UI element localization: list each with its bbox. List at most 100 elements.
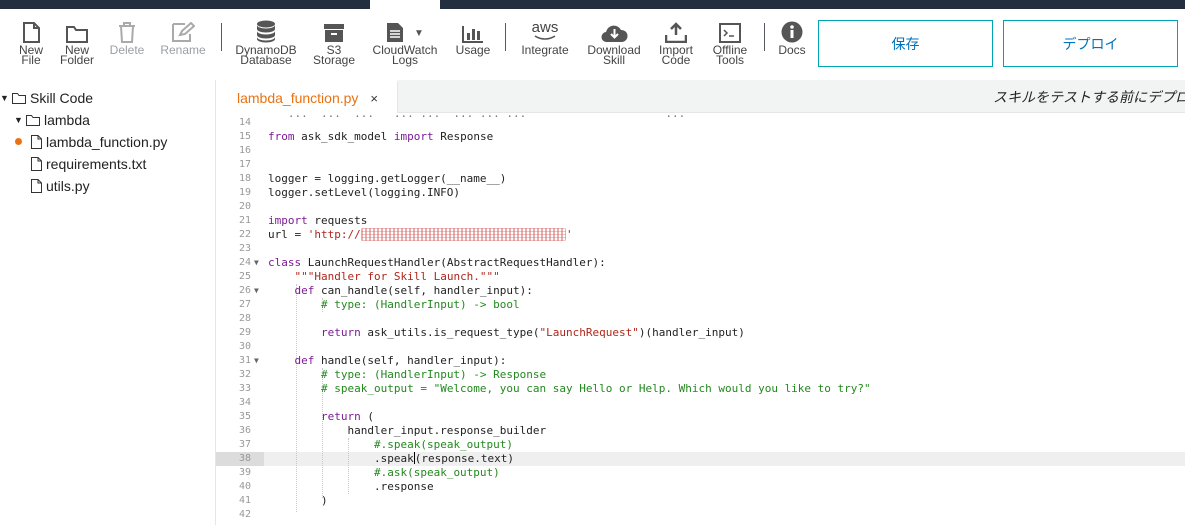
line-number: 25 xyxy=(238,271,251,282)
storage-icon xyxy=(323,19,345,43)
code-line: url = 'http://xxxxxxxxxxxxxxxxxxxxxxxxxx… xyxy=(268,228,573,241)
import-code-button[interactable]: Import Code xyxy=(656,19,696,79)
pencil-icon xyxy=(171,19,195,43)
line-number: 33 xyxy=(238,383,251,394)
docs-button[interactable]: Docs xyxy=(778,19,806,79)
download-skill-label: Download Skill xyxy=(587,43,641,67)
folder-icon xyxy=(12,92,26,104)
expand-arrow-icon[interactable]: ▼ xyxy=(0,93,10,103)
integrate-button[interactable]: aws Integrate xyxy=(518,19,572,79)
line-number: 28 xyxy=(238,313,251,324)
toolbar-divider xyxy=(505,23,506,51)
dynamodb-label: DynamoDB Database xyxy=(235,43,297,67)
upload-icon xyxy=(665,19,687,43)
aws-logo-icon: aws xyxy=(532,19,558,43)
save-button[interactable]: 保存 xyxy=(818,20,993,67)
code-line: .response xyxy=(268,480,434,493)
tree-item-label: requirements.txt xyxy=(46,156,147,172)
tree-item-label: utils.py xyxy=(46,178,90,194)
fold-arrow-icon[interactable]: ▼ xyxy=(254,256,259,270)
import-code-label: Import Code xyxy=(658,43,693,67)
cloudwatch-logs-label: CloudWatch Logs xyxy=(372,43,438,67)
line-number: 42 xyxy=(238,509,251,520)
line-number: 19 xyxy=(238,187,251,198)
code-line: def handle(self, handler_input): xyxy=(294,354,507,367)
line-number: 29 xyxy=(238,327,251,338)
bar-chart-icon xyxy=(462,19,484,43)
code-line: class LaunchRequestHandler(AbstractReque… xyxy=(268,256,606,269)
s3-storage-button[interactable]: S3 Storage xyxy=(312,19,356,79)
new-file-button[interactable]: New File xyxy=(18,19,44,79)
tree-file-requirements[interactable]: requirements.txt xyxy=(31,153,146,175)
cloudwatch-logs-button[interactable]: ▼ CloudWatch Logs xyxy=(370,19,440,79)
line-number: 23 xyxy=(238,243,251,254)
line-number: 40 xyxy=(238,481,251,492)
code-line: return ( xyxy=(320,410,374,423)
line-number: 34 xyxy=(238,397,251,408)
text-cursor xyxy=(413,452,415,464)
code-line: def can_handle(self, handler_input): xyxy=(294,284,533,297)
close-icon[interactable]: × xyxy=(370,91,378,106)
dynamodb-button[interactable]: DynamoDB Database xyxy=(234,19,298,79)
code-line: #.ask(speak_output) xyxy=(373,466,500,479)
tab-lambda-function[interactable]: lambda_function.py × xyxy=(216,80,398,114)
tree-folder-skill-code[interactable]: ▼ Skill Code xyxy=(0,87,93,109)
new-folder-button[interactable]: New Folder xyxy=(59,19,95,79)
line-number: 35 xyxy=(238,411,251,422)
new-folder-label: New Folder xyxy=(59,43,94,67)
rename-button[interactable]: Rename xyxy=(160,19,206,79)
expand-arrow-icon[interactable]: ▼ xyxy=(14,115,24,125)
file-tree: ▼ Skill Code ▼ lambda lambda_function.py… xyxy=(0,80,216,525)
code-line: import requests xyxy=(268,214,368,227)
s3-storage-label: S3 Storage xyxy=(312,43,356,67)
download-skill-button[interactable]: Download Skill xyxy=(585,19,643,79)
chevron-down-icon[interactable]: ▼ xyxy=(414,28,424,39)
unsaved-dot-icon xyxy=(15,138,22,145)
code-line: """Handler for Skill Launch.""" xyxy=(294,270,500,283)
tree-folder-lambda[interactable]: ▼ lambda xyxy=(14,109,90,131)
tree-item-label: lambda xyxy=(44,112,90,128)
code-line: #.speak(speak_output) xyxy=(373,438,514,451)
line-number: 14 xyxy=(238,117,251,128)
tree-item-label: Skill Code xyxy=(30,90,94,106)
line-number: 21 xyxy=(238,215,251,226)
line-number: 17 xyxy=(238,159,251,170)
tree-file-lambda-function[interactable]: lambda_function.py xyxy=(31,131,167,153)
top-nav-active-tab[interactable] xyxy=(370,0,440,9)
file-icon xyxy=(31,179,42,193)
top-nav-bar xyxy=(0,0,1185,9)
line-number: 31 xyxy=(238,355,251,366)
delete-button[interactable]: Delete xyxy=(108,19,146,79)
offline-tools-button[interactable]: Offline Tools xyxy=(710,19,750,79)
fold-arrow-icon[interactable]: ▼ xyxy=(254,284,259,298)
line-number: 30 xyxy=(238,341,251,352)
deploy-button[interactable]: デプロイ xyxy=(1003,20,1178,67)
new-file-label: New File xyxy=(18,43,43,67)
file-icon xyxy=(31,135,42,149)
fold-arrow-icon[interactable]: ▼ xyxy=(254,354,259,368)
cloud-download-icon xyxy=(600,19,628,43)
docs-label: Docs xyxy=(778,43,806,57)
usage-button[interactable]: Usage xyxy=(455,19,491,79)
line-number: 41 xyxy=(238,495,251,506)
code-line-active: .speak(response.text) xyxy=(268,452,515,465)
code-editor[interactable]: ... ... ... ... ... ... ... ... ... 14 1… xyxy=(216,113,1185,525)
new-folder-icon xyxy=(66,19,88,43)
deploy-notice: スキルをテストする前にデプロ xyxy=(993,89,1185,105)
line-number: 32 xyxy=(238,369,251,380)
code-line-partial: ... ... ... ... ... ... ... ... ... xyxy=(268,113,686,120)
tree-file-utils[interactable]: utils.py xyxy=(31,175,90,197)
code-line: ) xyxy=(268,494,328,507)
line-number: 22 xyxy=(238,229,251,240)
tree-item-label: lambda_function.py xyxy=(46,134,168,150)
line-number: 16 xyxy=(238,145,251,156)
file-icon xyxy=(31,157,42,171)
code-line: handler_input.response_builder xyxy=(268,424,547,437)
line-number: 24 xyxy=(238,257,251,268)
tab-label: lambda_function.py xyxy=(237,90,359,106)
database-icon xyxy=(256,19,276,43)
line-number: 20 xyxy=(238,201,251,212)
line-number: 39 xyxy=(238,467,251,478)
line-number: 18 xyxy=(238,173,251,184)
redacted-url: xxxxxxxxxxxxxxxxxxxxxxxxxxxxxxx xyxy=(360,228,567,241)
